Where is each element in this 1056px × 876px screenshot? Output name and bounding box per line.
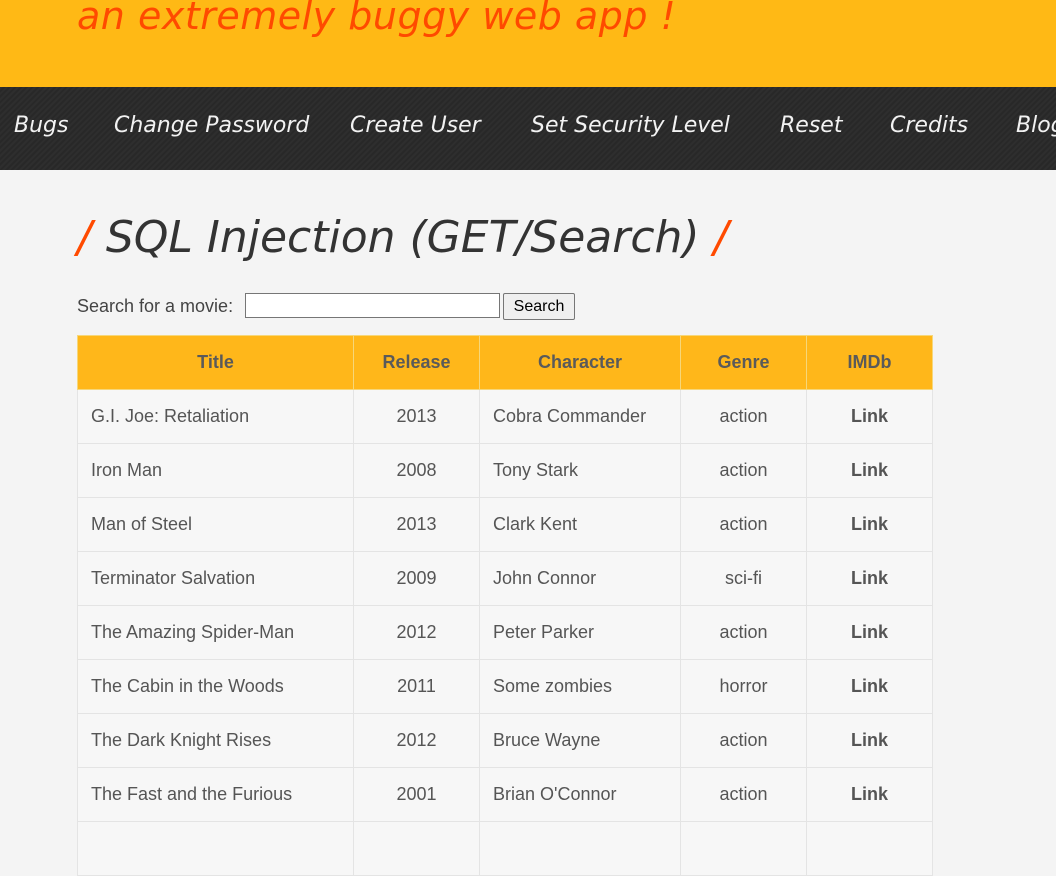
column-header-imdb: IMDb bbox=[806, 335, 933, 390]
cell-release: 2009 bbox=[353, 551, 480, 606]
search-button[interactable]: Search bbox=[503, 293, 575, 320]
table-row: The Amazing Spider-Man 2012 Peter Parker ac… bbox=[77, 605, 933, 660]
table-row: Man of Steel 2013 Clark Kent action Link bbox=[77, 497, 933, 552]
cell-genre: action bbox=[680, 443, 807, 498]
cell-release: 2008 bbox=[353, 443, 480, 498]
cell-title: G.I. Joe: Retaliation bbox=[77, 389, 354, 444]
imdb-link[interactable]: Link bbox=[806, 713, 933, 768]
table-row: The Dark Knight Rises 2012 Bruce Wayne acti… bbox=[77, 713, 933, 768]
page-title: / SQL Injection (GET/Search) / bbox=[77, 208, 728, 268]
imdb-link[interactable]: Link bbox=[806, 497, 933, 552]
cell-release: 2001 bbox=[353, 767, 480, 822]
cell-character: Peter Parker bbox=[479, 605, 681, 660]
page-title-text: SQL Injection (GET/Search) bbox=[105, 212, 700, 263]
menu-item-change-password[interactable]: Change Password bbox=[114, 113, 309, 138]
cell-genre: action bbox=[680, 497, 807, 552]
main-menu: Bugs Change Password Create User Set Sec… bbox=[0, 87, 1056, 170]
cell-title bbox=[77, 821, 354, 876]
column-header-release: Release bbox=[353, 335, 480, 390]
cell-title: The Dark Knight Rises bbox=[77, 713, 354, 768]
menu-item-blog[interactable]: Blog bbox=[1016, 113, 1056, 138]
cell-release: 2013 bbox=[353, 389, 480, 444]
cell-genre: action bbox=[680, 767, 807, 822]
table-row: Iron Man 2008 Tony Stark action Link bbox=[77, 443, 933, 498]
title-slash-left: / bbox=[77, 212, 92, 263]
cell-genre: action bbox=[680, 389, 807, 444]
cell-release: 2013 bbox=[353, 497, 480, 552]
cell-title: Man of Steel bbox=[77, 497, 354, 552]
table-row: G.I. Joe: Retaliation 2013 Cobra Commander… bbox=[77, 389, 933, 444]
table-row: The Fast and the Furious 2001 Brian O'Conn… bbox=[77, 767, 933, 822]
imdb-link[interactable]: Link bbox=[806, 605, 933, 660]
column-header-character: Character bbox=[479, 335, 681, 390]
cell-release: 2012 bbox=[353, 605, 480, 660]
cell-release: 2012 bbox=[353, 713, 480, 768]
cell-character: Bruce Wayne bbox=[479, 713, 681, 768]
cell-character: Brian O'Connor bbox=[479, 767, 681, 822]
cell-genre: action bbox=[680, 605, 807, 660]
table-header-row: Title Release Character Genre IMDb bbox=[77, 335, 933, 390]
cell-title: Iron Man bbox=[77, 443, 354, 498]
cell-title: The Amazing Spider-Man bbox=[77, 605, 354, 660]
menu-item-bugs[interactable]: Bugs bbox=[14, 113, 68, 138]
cell-title: The Fast and the Furious bbox=[77, 767, 354, 822]
cell-character: Tony Stark bbox=[479, 443, 681, 498]
cell-character bbox=[479, 821, 681, 876]
column-header-genre: Genre bbox=[680, 335, 807, 390]
menu-item-reset[interactable]: Reset bbox=[780, 113, 842, 138]
imdb-link[interactable]: Link bbox=[806, 389, 933, 444]
search-label: Search for a movie: bbox=[77, 296, 234, 316]
menu-item-create-user[interactable]: Create User bbox=[350, 113, 481, 138]
cell-release: 2011 bbox=[353, 659, 480, 714]
imdb-link[interactable]: Link bbox=[806, 767, 933, 822]
cell-genre: sci-fi bbox=[680, 551, 807, 606]
title-slash-right: / bbox=[713, 212, 729, 263]
site-tagline: an extremely buggy web app ! bbox=[77, 0, 677, 38]
cell-character: Some zombies bbox=[479, 659, 681, 714]
cell-character: Clark Kent bbox=[479, 497, 681, 552]
cell-genre: action bbox=[680, 713, 807, 768]
table-row: The Cabin in the Woods 2011 Some zombies ho… bbox=[77, 659, 933, 714]
cell-character: Cobra Commander bbox=[479, 389, 681, 444]
menu-item-set-security-level[interactable]: Set Security Level bbox=[531, 113, 730, 138]
cell-character: John Connor bbox=[479, 551, 681, 606]
cell-title: Terminator Salvation bbox=[77, 551, 354, 606]
imdb-link bbox=[806, 821, 933, 876]
cell-release bbox=[353, 821, 480, 876]
column-header-title: Title bbox=[77, 335, 354, 390]
cell-genre bbox=[680, 821, 807, 876]
cell-genre: horror bbox=[680, 659, 807, 714]
table-row bbox=[77, 821, 933, 876]
table-row: Terminator Salvation 2009 John Connor sci-f… bbox=[77, 551, 933, 606]
imdb-link[interactable]: Link bbox=[806, 551, 933, 606]
imdb-link[interactable]: Link bbox=[806, 443, 933, 498]
movies-table: Title Release Character Genre IMDb G.I. … bbox=[77, 335, 933, 876]
cell-title: The Cabin in the Woods bbox=[77, 659, 354, 714]
menu-item-credits[interactable]: Credits bbox=[890, 113, 968, 138]
imdb-link[interactable]: Link bbox=[806, 659, 933, 714]
search-input[interactable] bbox=[245, 293, 500, 318]
header-banner: an extremely buggy web app ! bbox=[0, 0, 1056, 87]
